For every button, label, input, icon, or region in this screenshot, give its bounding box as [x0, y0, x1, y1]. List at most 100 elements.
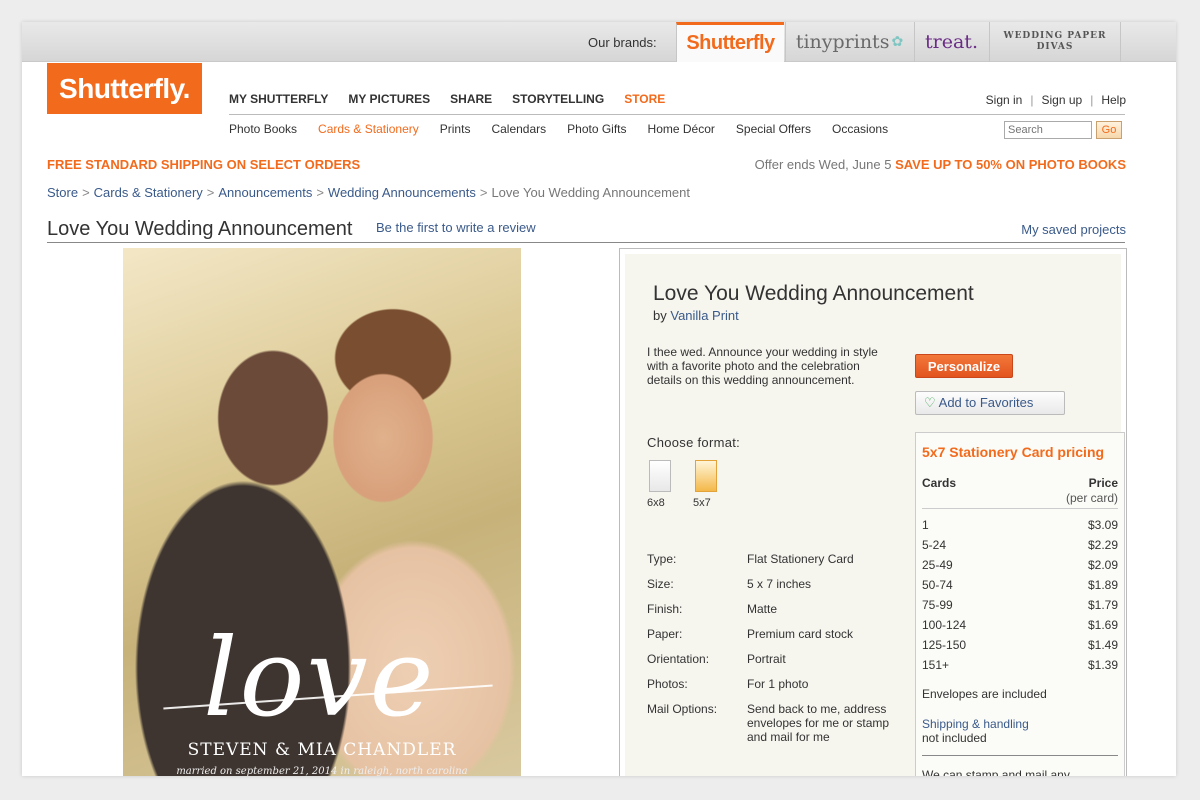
spec-list: Type: Flat Stationery Card Size: 5 x 7 inc… [647, 552, 907, 755]
shutterfly-logo[interactable]: Shutterfly. [47, 63, 202, 114]
sign-up-link[interactable]: Sign up [1041, 93, 1082, 107]
store-subnav: Photo Books Cards & Stationery Prints Ca… [229, 122, 888, 136]
nav-store[interactable]: STORE [624, 92, 665, 106]
pricing-price: $3.09 [1087, 518, 1118, 532]
pricing-price: $2.09 [1087, 558, 1118, 572]
browser-page: Our brands: Shutterfly tinyprints ✿ treat… [22, 22, 1176, 776]
format-5x7-swatch[interactable] [695, 460, 717, 492]
spec-key: Size: [647, 577, 674, 591]
divider: | [1090, 93, 1094, 107]
write-review-link[interactable]: Be the first to write a review [376, 220, 536, 235]
pricing-price: $1.49 [1087, 638, 1118, 652]
saved-projects-link[interactable]: My saved projects [1021, 222, 1126, 237]
product-description: I thee wed. Announce your wedding in sty… [647, 345, 878, 387]
format-6x8-label: 6x8 [647, 497, 665, 509]
pricing-row: 1 $3.09 [922, 515, 1118, 535]
card-names: STEVEN & MIA CHANDLER [187, 740, 457, 760]
nav-storytelling[interactable]: STORYTELLING [512, 92, 604, 106]
spec-key: Finish: [647, 602, 683, 616]
format-5x7-label: 5x7 [693, 497, 711, 509]
subnav-calendars[interactable]: Calendars [491, 122, 546, 136]
brand-treat[interactable]: treat. [914, 22, 988, 62]
pricing-row: 25-49 $2.09 [922, 555, 1118, 575]
card-married-line: married on september 21, 2014 in raleigh… [176, 766, 468, 776]
pricing-row: 125-150 $1.49 [922, 635, 1118, 655]
pricing-rows: 1 $3.09 5-24 $2.29 25-49 $2.09 50-74 $1.89 7… [922, 515, 1118, 675]
nav-my-pictures[interactable]: MY PICTURES [348, 92, 430, 106]
brands-label: Our brands: [588, 35, 657, 50]
crumb-announcements[interactable]: Announcements [218, 185, 312, 200]
product-card-image[interactable]: love STEVEN & MIA CHANDLER married on se… [123, 248, 521, 776]
spec-value: Send back to me, address envelopes for m… [747, 702, 890, 744]
crumb-separator: > [316, 185, 324, 200]
nav-share[interactable]: SHARE [450, 92, 492, 106]
free-shipping-promo[interactable]: FREE STANDARD SHIPPING ON SELECT ORDERS [47, 157, 360, 172]
pricing-bottom-divider [922, 755, 1118, 756]
stamp-mail-note: We can stamp and mail any [922, 768, 1070, 776]
per-card-note: (per card) [1065, 491, 1118, 505]
pricing-title: 5x7 Stationery Card pricing [922, 444, 1105, 460]
brand-tinyprints[interactable]: tinyprints ✿ [785, 22, 913, 62]
pricing-row: 100-124 $1.69 [922, 615, 1118, 635]
search-go-button[interactable]: Go [1096, 121, 1122, 139]
pricing-price: $1.69 [1087, 618, 1118, 632]
sign-in-link[interactable]: Sign in [986, 93, 1023, 107]
subnav-prints[interactable]: Prints [440, 122, 471, 136]
format-6x8-swatch[interactable] [649, 460, 671, 492]
brand-wedding-paper-divas[interactable]: WEDDING PAPER DIVAS [989, 22, 1121, 62]
spec-value: Matte [747, 602, 778, 616]
spec-value: Portrait [747, 652, 786, 666]
price-column-header: Price [1088, 476, 1118, 490]
crumb-store[interactable]: Store [47, 185, 78, 200]
nav-my-shutterfly[interactable]: MY SHUTTERFLY [229, 92, 328, 106]
details-background: Love You Wedding Announcement by Vanilla… [625, 254, 1125, 776]
spec-row: Size: 5 x 7 inches [647, 577, 907, 591]
divider: | [1030, 93, 1034, 107]
product-details-panel: Love You Wedding Announcement by Vanilla… [619, 248, 1127, 776]
cards-column-header: Cards [922, 476, 957, 490]
spec-row: Photos: For 1 photo [647, 677, 907, 691]
product-author: by Vanilla Print [653, 308, 739, 323]
help-link[interactable]: Help [1101, 93, 1126, 107]
main-nav: MY SHUTTERFLY MY PICTURES SHARE STORYTEL… [229, 92, 665, 106]
pricing-row: 75-99 $1.79 [922, 595, 1118, 615]
pricing-box: 5x7 Stationery Card pricing Cards Price … [915, 432, 1125, 776]
subnav-photo-gifts[interactable]: Photo Gifts [567, 122, 626, 136]
subnav-special-offers[interactable]: Special Offers [736, 122, 811, 136]
pricing-qty: 100-124 [922, 618, 967, 632]
pricing-qty: 75-99 [922, 598, 953, 612]
tinyprints-label: tinyprints [795, 31, 890, 53]
pricing-price: $1.89 [1087, 578, 1118, 592]
brand-bar: Our brands: Shutterfly tinyprints ✿ treat… [22, 22, 1176, 62]
author-link[interactable]: Vanilla Print [670, 308, 738, 323]
pricing-row: 5-24 $2.29 [922, 535, 1118, 555]
shipping-handling-link[interactable]: Shipping & handling [922, 717, 1029, 731]
spec-row: Orientation: Portrait [647, 652, 907, 666]
card-script-text: love [203, 616, 436, 741]
subnav-photo-books[interactable]: Photo Books [229, 122, 297, 136]
pricing-qty: 1 [922, 518, 929, 532]
pricing-qty: 125-150 [922, 638, 967, 652]
pricing-price: $1.79 [1087, 598, 1118, 612]
subnav-home-decor[interactable]: Home Décor [648, 122, 715, 136]
spec-row: Paper: Premium card stock [647, 627, 907, 641]
choose-format-label: Choose format: [647, 435, 741, 450]
spec-value: Flat Stationery Card [747, 552, 854, 566]
pricing-price: $2.29 [1087, 538, 1118, 552]
pricing-qty: 50-74 [922, 578, 953, 592]
crumb-cards-stationery[interactable]: Cards & Stationery [94, 185, 203, 200]
heart-icon: ♡ [924, 395, 936, 410]
shipping-not-included: not included [922, 731, 987, 745]
crumb-current: Love You Wedding Announcement [491, 185, 690, 200]
subnav-occasions[interactable]: Occasions [832, 122, 888, 136]
subnav-cards-stationery[interactable]: Cards & Stationery [318, 122, 419, 136]
save-offer-text: SAVE UP TO 50% ON PHOTO BOOKS [895, 157, 1126, 172]
crumb-wedding-announcements[interactable]: Wedding Announcements [328, 185, 476, 200]
brand-shutterfly[interactable]: Shutterfly [676, 22, 784, 62]
elephant-icon: ✿ [891, 34, 904, 50]
pricing-divider [922, 508, 1118, 509]
search-input[interactable] [1004, 121, 1092, 139]
add-to-favorites-button[interactable]: ♡ Add to Favorites [915, 391, 1065, 415]
photo-book-promo[interactable]: Offer ends Wed, June 5 SAVE UP TO 50% ON… [755, 157, 1126, 172]
personalize-button[interactable]: Personalize [915, 354, 1013, 378]
